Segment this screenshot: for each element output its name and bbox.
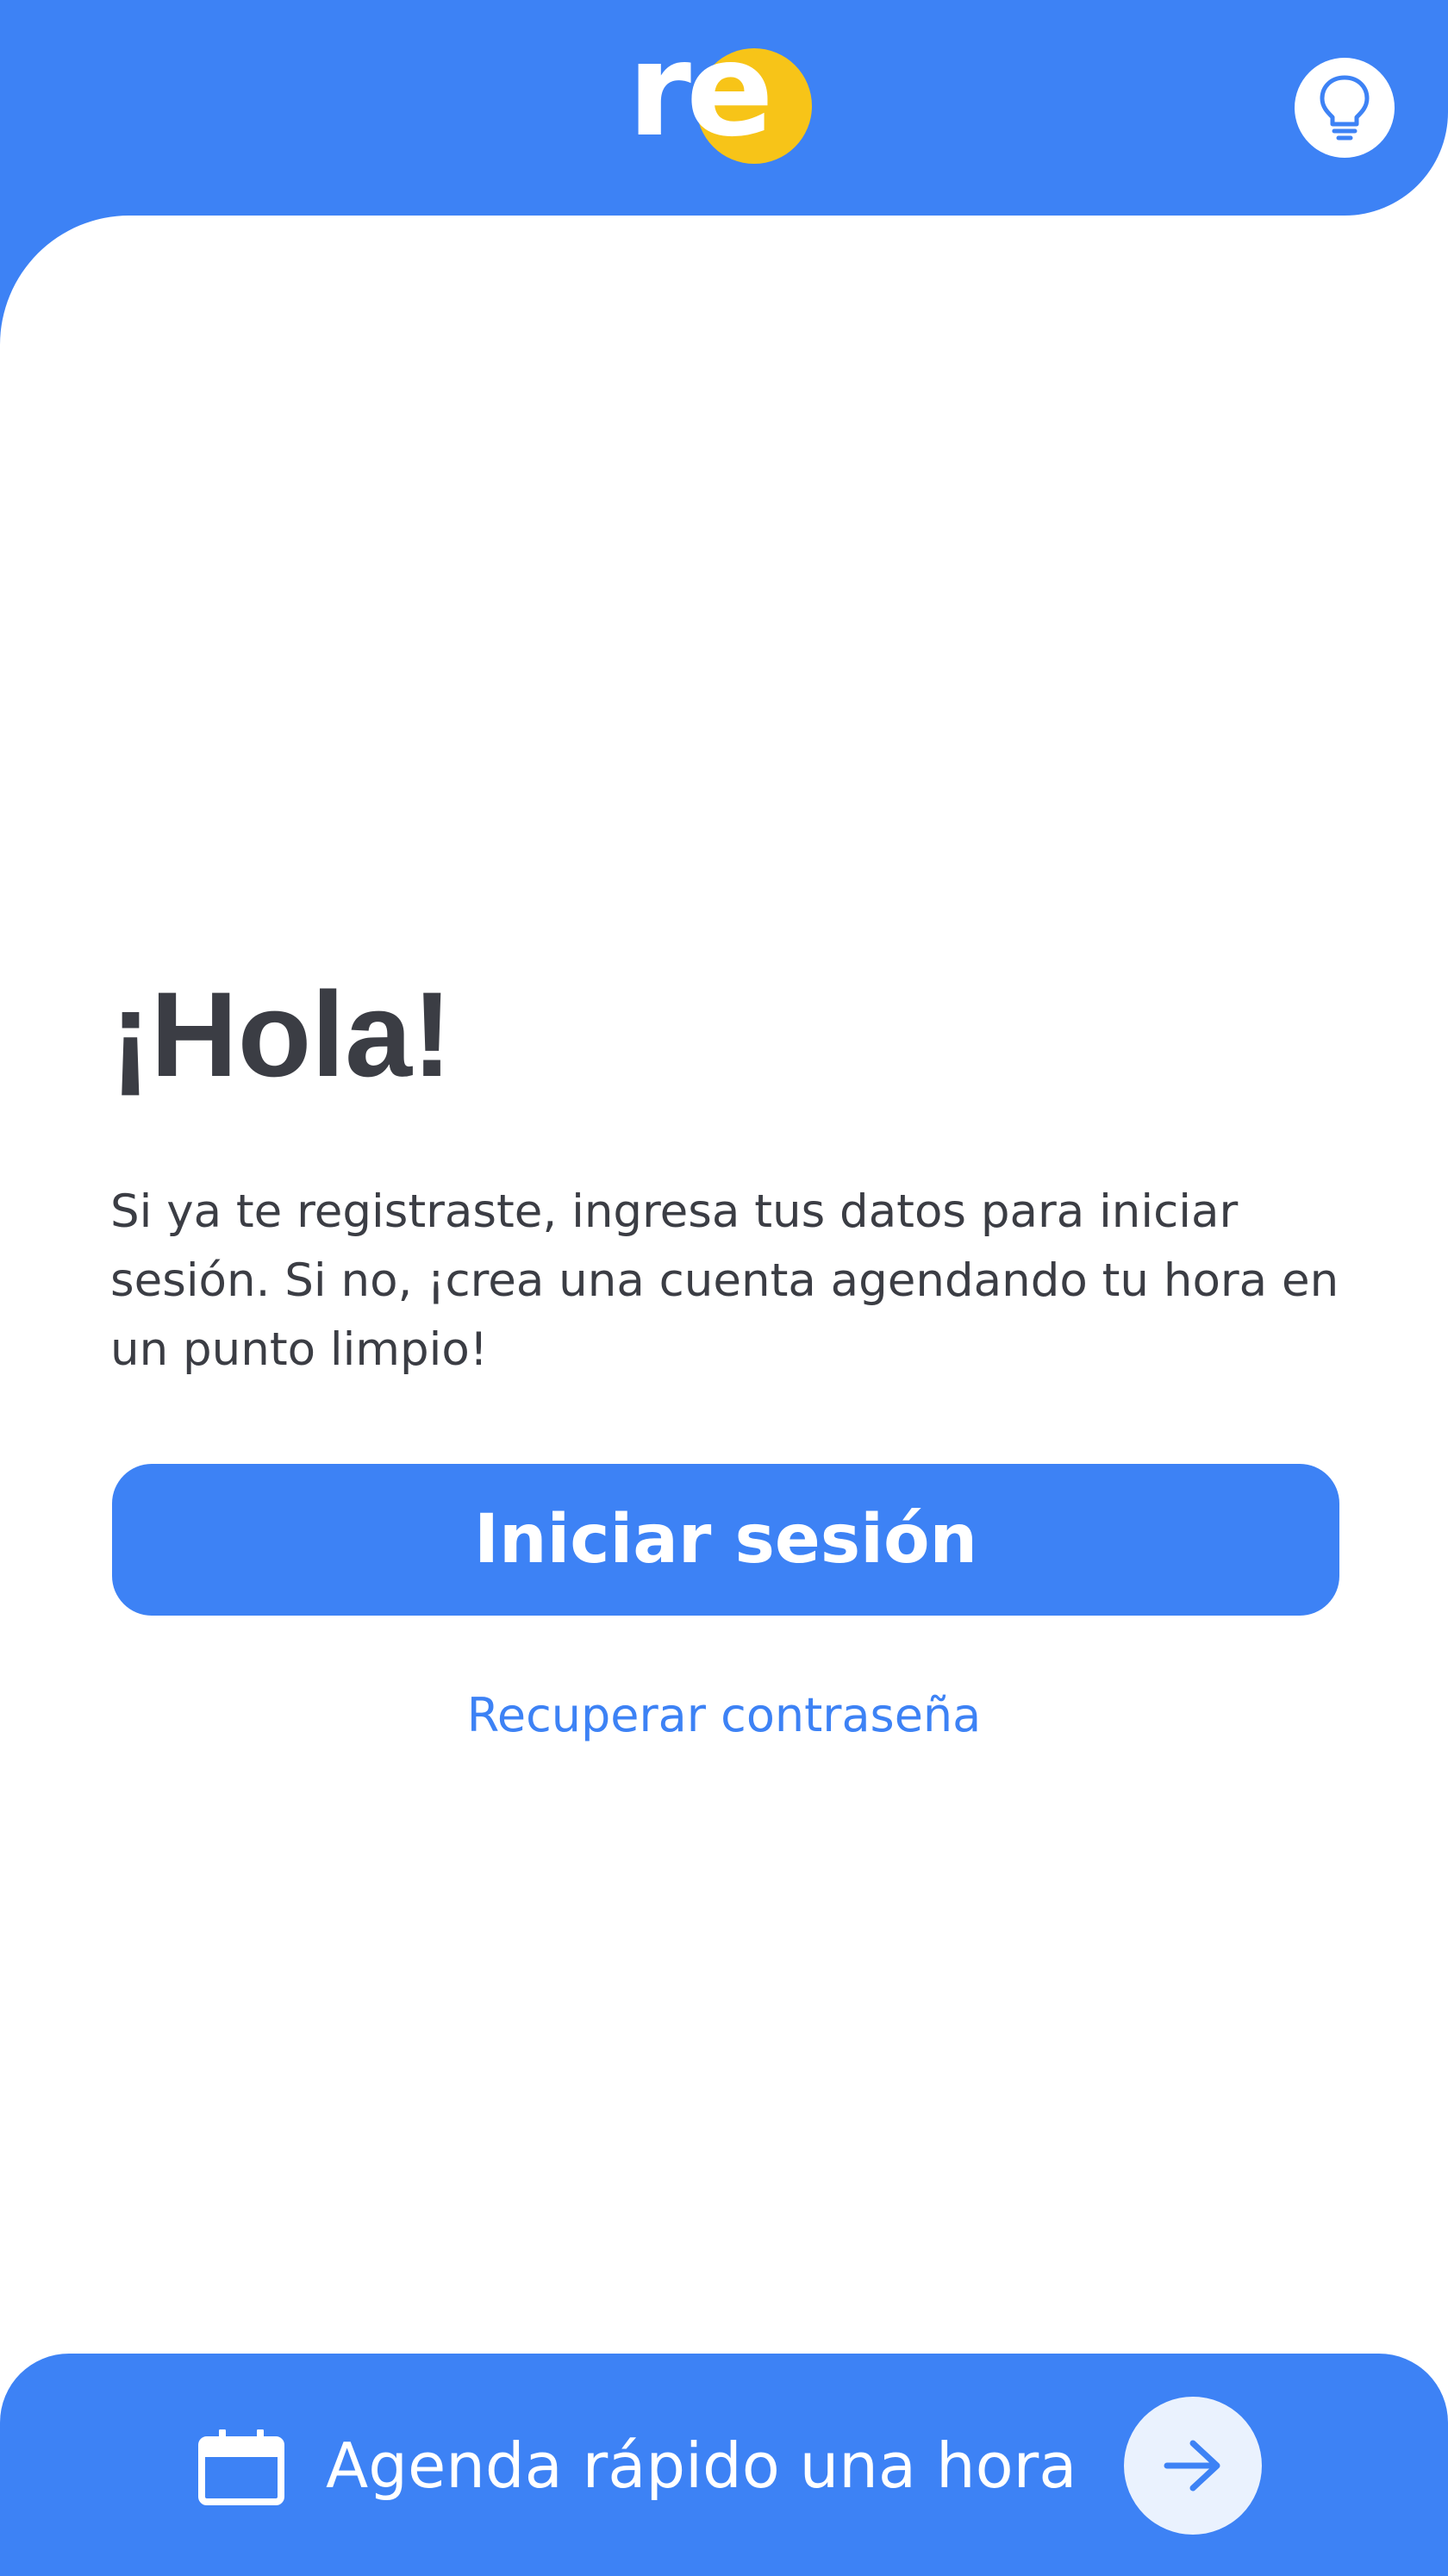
arrow-right-icon xyxy=(1164,2440,1220,2492)
page-title: ¡Hola! xyxy=(110,966,452,1102)
tips-button[interactable] xyxy=(1295,58,1395,158)
logo-text: re xyxy=(627,16,774,166)
lightbulb-icon xyxy=(1320,75,1370,141)
recover-password-link[interactable]: Recuperar contraseña xyxy=(0,1688,1448,1742)
login-screen: re ¡Hola! Si ya te registraste, ingresa … xyxy=(0,0,1448,2576)
logo: re xyxy=(627,26,817,174)
quick-schedule-label: Agenda rápido una hora xyxy=(326,2429,1077,2502)
header-curve xyxy=(0,216,129,345)
intro-text: Si ya te registraste, ingresa tus datos … xyxy=(110,1185,1339,1376)
calendar-icon xyxy=(198,2429,284,2505)
header: re xyxy=(0,0,1448,216)
login-button[interactable]: Iniciar sesión xyxy=(112,1464,1339,1616)
quick-schedule-arrow-button[interactable] xyxy=(1124,2397,1262,2535)
